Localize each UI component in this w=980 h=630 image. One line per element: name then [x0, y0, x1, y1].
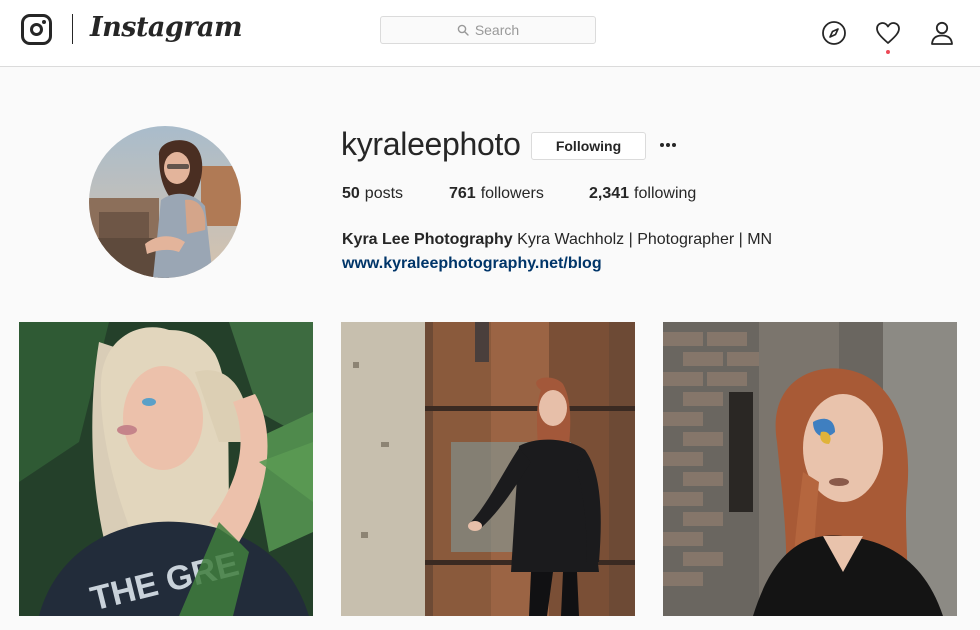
post-thumbnail-1[interactable]: THE GRE — [19, 322, 313, 616]
posts-count: 50 — [342, 185, 360, 202]
instagram-camera-icon[interactable] — [21, 14, 52, 45]
ellipsis-icon — [660, 143, 664, 147]
following-button[interactable]: Following — [531, 132, 646, 160]
post-image-3 — [663, 322, 957, 616]
post-thumbnail-3[interactable] — [663, 322, 957, 616]
profile-username: kyraleephoto — [341, 126, 521, 162]
more-options-button[interactable] — [656, 133, 680, 157]
profile-bio-text: Kyra Wachholz | Photographer | MN — [517, 231, 773, 248]
post-image-1: THE GRE — [19, 322, 313, 616]
followers-label: followers — [480, 185, 544, 202]
following-count: 2,341 — [589, 185, 630, 202]
post-thumbnail-2[interactable] — [341, 322, 635, 616]
post-image-2 — [341, 322, 635, 616]
posts-label: posts — [364, 185, 404, 202]
following-label: following — [634, 185, 697, 202]
explore-compass-icon[interactable] — [820, 19, 848, 47]
profile-person-icon[interactable] — [928, 19, 956, 47]
logo-divider — [72, 14, 73, 44]
profile-avatar — [89, 126, 241, 278]
profile-full-name: Kyra Lee Photography — [342, 231, 513, 248]
notification-dot — [886, 50, 890, 54]
search-placeholder: Search — [474, 22, 520, 38]
posts-stat: 50 posts — [342, 185, 449, 203]
top-navigation-bar: Instagram Search — [0, 0, 980, 67]
instagram-wordmark-logo[interactable]: Instagram — [90, 12, 243, 43]
activity-heart-icon[interactable] — [874, 19, 902, 47]
profile-website-link[interactable]: www.kyraleephotography.net/blog — [342, 252, 772, 276]
followers-count: 761 — [449, 185, 476, 202]
profile-bio: Kyra Lee Photography Kyra Wachholz | Pho… — [342, 228, 772, 276]
profile-stats: 50 posts 761 followers 2,341 following — [342, 185, 696, 203]
search-icon — [457, 24, 469, 36]
following-stat[interactable]: 2,341 following — [589, 185, 696, 203]
followers-stat[interactable]: 761 followers — [449, 185, 589, 203]
search-input[interactable]: Search — [380, 16, 596, 44]
